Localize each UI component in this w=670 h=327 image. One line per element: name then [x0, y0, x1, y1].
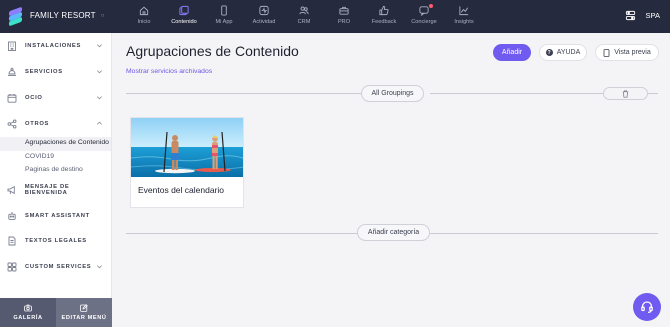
nav-label: Feedback	[371, 19, 397, 25]
headset-icon	[641, 301, 653, 313]
paddle-board-photo	[131, 118, 243, 177]
sidebar-item-otros[interactable]: OTROS	[0, 116, 112, 132]
thumbs-up-icon	[379, 5, 389, 16]
chevron-down-icon	[97, 70, 102, 74]
nav-label: Concierge	[411, 19, 437, 25]
sidebar-item-label: SERVICIOS	[25, 69, 63, 75]
settings-sliders-icon[interactable]	[625, 10, 636, 21]
chevron-down-icon	[97, 96, 102, 100]
sidebar-sub-item-covid19[interactable]: COVID19	[25, 153, 54, 160]
brand-logo	[9, 6, 22, 27]
building-icon	[8, 41, 16, 51]
all-groupings-filter[interactable]: All Groupings	[361, 85, 424, 102]
gallery-button[interactable]: GALERÍA	[0, 298, 56, 327]
nav-item-pro[interactable]: PRO	[324, 0, 364, 33]
edit-menu-label: EDITAR MENÚ	[61, 315, 107, 321]
share-icon	[7, 119, 17, 129]
nav-label: Inicio	[137, 19, 151, 25]
sidebar-item-custom-services[interactable]: CUSTOM SERVICES	[0, 259, 112, 275]
sidebar-item-label: MENSAJE DE BIENVENIDA	[24, 184, 70, 196]
sidebar-item-label: INSTALACIONES	[25, 43, 82, 49]
chevron-up-icon	[97, 121, 102, 125]
nav-item-insights[interactable]: Insights	[444, 0, 484, 33]
nav-item-feedback[interactable]: Feedback	[364, 0, 404, 33]
activity-icon	[259, 5, 269, 16]
users-icon	[299, 6, 309, 15]
add-button[interactable]: Añadir	[493, 44, 531, 61]
sidebar-item-instalaciones[interactable]: INSTALACIONES	[0, 38, 112, 54]
support-chat-button[interactable]	[633, 293, 661, 321]
sidebar-item-textos-legales[interactable]: TEXTOS LEGALES	[0, 233, 112, 249]
nav-label: Mi App	[215, 19, 233, 25]
edit-menu-button[interactable]: EDITAR MENÚ	[56, 298, 112, 327]
category-divider-right	[430, 233, 658, 234]
nav-item-actividad[interactable]: Actividad	[244, 0, 284, 33]
sidebar-item-servicios[interactable]: SERVICIOS	[0, 64, 112, 80]
delete-grouping-button[interactable]	[603, 87, 648, 100]
nav-item-crm[interactable]: CRM	[284, 0, 324, 33]
gallery-label: GALERÍA	[13, 315, 43, 321]
top-right-tools: SPA	[625, 10, 660, 21]
phone-icon	[221, 5, 227, 16]
sidebar-item-label: SMART ASSISTANT	[25, 213, 90, 219]
card-title: Eventos del calendario	[138, 185, 225, 195]
nav-item-contenido[interactable]: Contenido	[164, 0, 204, 33]
home-icon	[139, 6, 149, 16]
trash-icon	[622, 89, 629, 98]
sidebar-item-label: OTROS	[25, 121, 50, 127]
sidebar-sub-item-paginas-destino[interactable]: Paginas de destino	[25, 166, 83, 173]
sidebar-bottom-tabs: GALERÍA EDITAR MENÚ	[0, 298, 112, 327]
briefcase-icon	[339, 6, 349, 15]
sidebar-item-label: OCIO	[25, 95, 43, 101]
help-icon: ?	[545, 49, 553, 56]
brand[interactable]: FAMILY RESORT ○	[9, 6, 105, 27]
chevron-down-icon	[97, 265, 102, 269]
nav-item-mi-app[interactable]: Mi App	[204, 0, 244, 33]
content-icon	[179, 5, 189, 16]
camera-icon	[24, 304, 32, 312]
add-category-button[interactable]: Añadir categoría	[357, 224, 430, 241]
sidebar-item-smart-assistant[interactable]: SMART ASSISTANT	[0, 208, 112, 224]
nav-label: Contenido	[171, 19, 197, 25]
sidebar-item-mensaje-bienvenida[interactable]: MENSAJE DE BIENVENIDA	[0, 182, 112, 198]
help-button[interactable]: ? AYUDA	[539, 44, 587, 61]
nav-item-concierge[interactable]: Concierge	[404, 0, 444, 33]
notification-badge	[428, 3, 434, 9]
services-icon	[7, 262, 17, 272]
top-bar: FAMILY RESORT ○ Inicio Contenido Mi App …	[0, 0, 670, 33]
nav-label: PRO	[337, 19, 351, 25]
sidebar-item-label: TEXTOS LEGALES	[25, 238, 87, 244]
show-archived-link[interactable]: Mostrar servicios archivados	[126, 68, 212, 75]
robot-icon	[8, 212, 16, 220]
page-title: Agrupaciones de Contenido	[126, 43, 299, 59]
sidebar-item-label: CUSTOM SERVICES	[25, 264, 92, 270]
brand-name: FAMILY RESORT	[30, 11, 96, 20]
document-icon	[8, 236, 16, 246]
help-label: AYUDA	[556, 49, 581, 56]
nav-label: Actividad	[252, 19, 276, 25]
nav-item-inicio[interactable]: Inicio	[124, 0, 164, 33]
language-selector[interactable]: SPA	[646, 11, 660, 20]
preview-label: Vista previa	[614, 49, 651, 56]
nav-label: CRM	[297, 19, 311, 25]
nav-label: Insights	[454, 19, 474, 25]
chevron-down-icon	[97, 44, 102, 48]
concierge-bell-icon	[8, 67, 16, 76]
sidebar-sub-item-agrupaciones[interactable]: Agrupaciones de Contenido	[25, 139, 109, 146]
chart-icon	[459, 6, 469, 16]
megaphone-icon	[7, 185, 15, 195]
content-card[interactable]: Eventos del calendario	[130, 117, 244, 208]
category-divider-left	[126, 233, 357, 234]
preview-button[interactable]: Vista previa	[595, 44, 659, 61]
main-content: Agrupaciones de Contenido Mostrar servic…	[112, 33, 670, 327]
sidebar-item-ocio[interactable]: OCIO	[0, 90, 112, 106]
main-nav: Inicio Contenido Mi App Actividad CRM PR…	[124, 0, 484, 33]
chevron-down-icon[interactable]: ○	[101, 13, 105, 19]
edit-icon	[80, 304, 88, 312]
sidebar: INSTALACIONES SERVICIOS OCIO OTROS Agrup…	[0, 33, 112, 327]
phone-icon	[603, 48, 610, 57]
calendar-icon	[7, 94, 17, 103]
grouping-divider-left	[126, 93, 361, 94]
